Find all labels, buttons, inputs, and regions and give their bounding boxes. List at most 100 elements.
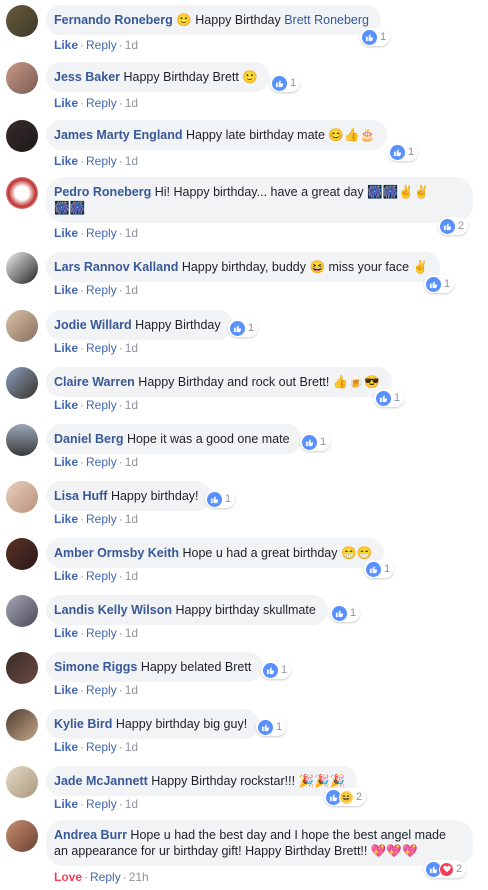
avatar[interactable] xyxy=(6,766,38,798)
like-reaction-icon xyxy=(272,75,287,91)
reply-button[interactable]: Reply xyxy=(86,512,117,526)
comment-bubble: Kylie Bird Happy birthday big guy! xyxy=(46,709,260,739)
reply-button[interactable]: Reply xyxy=(86,398,117,412)
commenter-name[interactable]: Daniel Berg xyxy=(54,432,123,446)
like-button[interactable]: Like xyxy=(54,96,78,110)
like-button[interactable]: Like xyxy=(54,283,78,297)
reply-button[interactable]: Reply xyxy=(86,455,117,469)
avatar[interactable] xyxy=(6,709,38,741)
reaction-count[interactable]: 1 xyxy=(330,604,361,622)
timestamp[interactable]: 1d xyxy=(125,626,138,640)
comment-bubble: Pedro Roneberg Hi! Happy birthday... hav… xyxy=(46,177,473,223)
reaction-count[interactable]: 2 xyxy=(424,860,467,878)
timestamp[interactable]: 1d xyxy=(125,341,138,355)
reaction-count[interactable]: 1 xyxy=(364,560,395,578)
avatar[interactable] xyxy=(6,120,38,152)
commenter-name[interactable]: Landis Kelly Wilson xyxy=(54,603,172,617)
reaction-count[interactable]: 1 xyxy=(205,490,236,508)
like-button[interactable]: Like xyxy=(54,626,78,640)
avatar[interactable] xyxy=(6,310,38,342)
reply-button[interactable]: Reply xyxy=(86,569,117,583)
like-button[interactable]: Like xyxy=(54,398,78,412)
reaction-count[interactable]: 1 xyxy=(424,275,455,293)
timestamp[interactable]: 1d xyxy=(125,797,138,811)
commenter-name[interactable]: Lars Rannov Kalland xyxy=(54,260,178,274)
reaction-count[interactable]: 1 xyxy=(256,718,287,736)
avatar[interactable] xyxy=(6,252,38,284)
timestamp[interactable]: 1d xyxy=(125,683,138,697)
commenter-name[interactable]: Kylie Bird xyxy=(54,717,112,731)
commenter-name[interactable]: Pedro Roneberg xyxy=(54,185,151,199)
timestamp[interactable]: 1d xyxy=(125,569,138,583)
comment-actions: Like · Reply · 1d xyxy=(54,398,139,412)
avatar[interactable] xyxy=(6,367,38,399)
timestamp[interactable]: 1d xyxy=(125,512,138,526)
reply-button[interactable]: Reply xyxy=(86,283,117,297)
reaction-count[interactable]: 1 xyxy=(374,389,405,407)
reply-button[interactable]: Reply xyxy=(86,683,117,697)
avatar[interactable] xyxy=(6,652,38,684)
commenter-name[interactable]: Jodie Willard xyxy=(54,318,132,332)
like-button[interactable]: Like xyxy=(54,226,78,240)
reply-button[interactable]: Reply xyxy=(86,226,117,240)
avatar[interactable] xyxy=(6,481,38,513)
reply-button[interactable]: Reply xyxy=(86,626,117,640)
timestamp[interactable]: 1d xyxy=(125,38,138,52)
like-button[interactable]: Like xyxy=(54,797,78,811)
reaction-count[interactable]: 1 xyxy=(270,74,301,92)
reaction-count[interactable]: 1 xyxy=(360,28,391,46)
like-button[interactable]: Like xyxy=(54,683,78,697)
timestamp[interactable]: 1d xyxy=(125,154,138,168)
avatar[interactable] xyxy=(6,538,38,570)
timestamp[interactable]: 1d xyxy=(125,283,138,297)
commenter-name[interactable]: Jade McJannett xyxy=(54,774,148,788)
like-button[interactable]: Like xyxy=(54,512,78,526)
avatar[interactable] xyxy=(6,62,38,94)
timestamp[interactable]: 1d xyxy=(125,398,138,412)
reply-button[interactable]: Reply xyxy=(90,870,121,884)
commenter-name[interactable]: Jess Baker xyxy=(54,70,120,84)
reaction-count[interactable]: 😆 2 xyxy=(324,788,367,806)
timestamp[interactable]: 1d xyxy=(125,96,138,110)
reaction-count[interactable]: 1 xyxy=(388,143,419,161)
avatar[interactable] xyxy=(6,5,38,37)
like-button[interactable]: Like xyxy=(54,455,78,469)
reaction-count[interactable]: 2 xyxy=(438,217,469,235)
commenter-name[interactable]: Amber Ormsby Keith xyxy=(54,546,179,560)
timestamp[interactable]: 1d xyxy=(125,740,138,754)
reply-button[interactable]: Reply xyxy=(86,154,117,168)
commenter-name[interactable]: James Marty England xyxy=(54,128,183,142)
reply-button[interactable]: Reply xyxy=(86,740,117,754)
reaction-count[interactable]: 1 xyxy=(228,319,259,337)
timestamp[interactable]: 1d xyxy=(125,226,138,240)
timestamp[interactable]: 1d xyxy=(125,455,138,469)
love-button[interactable]: Love xyxy=(54,870,82,884)
commenter-name[interactable]: Andrea Burr xyxy=(54,828,127,842)
commenter-name[interactable]: Lisa Huff xyxy=(54,489,107,503)
timestamp[interactable]: 21h xyxy=(129,870,149,884)
avatar[interactable] xyxy=(6,424,38,456)
reply-button[interactable]: Reply xyxy=(86,38,117,52)
comment-actions: Like · Reply · 1d xyxy=(54,512,139,526)
like-button[interactable]: Like xyxy=(54,740,78,754)
reply-button[interactable]: Reply xyxy=(86,797,117,811)
avatar[interactable] xyxy=(6,595,38,627)
avatar[interactable] xyxy=(6,820,38,852)
avatar[interactable] xyxy=(6,177,38,209)
reply-button[interactable]: Reply xyxy=(86,341,117,355)
like-button[interactable]: Like xyxy=(54,154,78,168)
comment-actions: Like · Reply · 1d xyxy=(54,626,139,640)
reaction-count[interactable]: 1 xyxy=(261,661,292,679)
reaction-number: 1 xyxy=(281,664,288,676)
like-button[interactable]: Like xyxy=(54,569,78,583)
like-button[interactable]: Like xyxy=(54,38,78,52)
commenter-name[interactable]: Fernando Roneberg xyxy=(54,13,173,27)
reaction-count[interactable]: 1 xyxy=(300,433,331,451)
comment-actions: Like · Reply · 1d xyxy=(54,154,139,168)
reply-button[interactable]: Reply xyxy=(86,96,117,110)
commenter-name[interactable]: Simone Riggs xyxy=(54,660,137,674)
comment-actions: Like · Reply · 1d xyxy=(54,740,139,754)
tagged-user[interactable]: Brett Roneberg xyxy=(284,13,369,27)
like-button[interactable]: Like xyxy=(54,341,78,355)
commenter-name[interactable]: Claire Warren xyxy=(54,375,135,389)
